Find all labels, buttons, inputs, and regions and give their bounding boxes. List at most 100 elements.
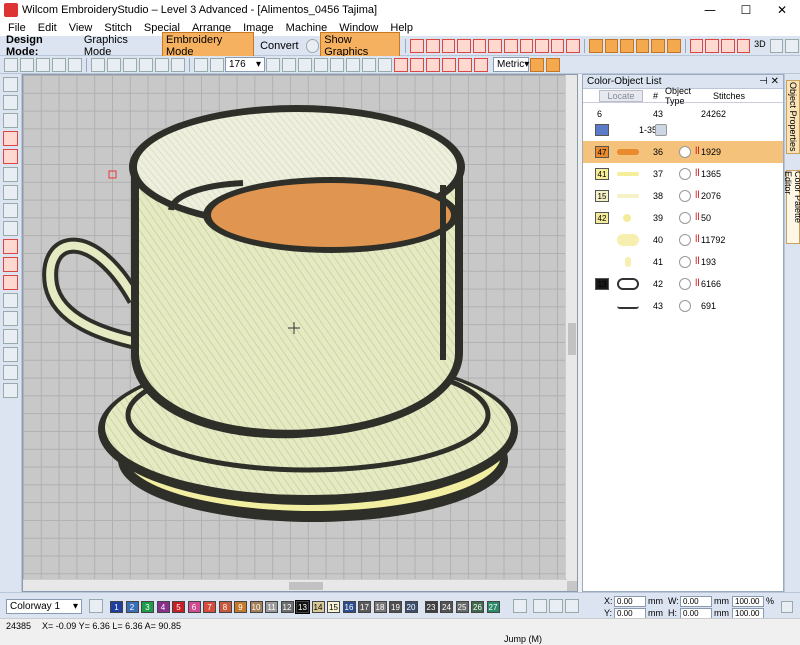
pin-close-icons[interactable]: ⊣ ✕ (759, 76, 779, 87)
thread-color-chip[interactable]: 19 (389, 601, 402, 613)
thread-color-chip[interactable]: 9 (234, 601, 247, 613)
thread-color-chip[interactable]: 24 (440, 601, 453, 613)
warning-icon[interactable] (635, 38, 650, 53)
wave-effect-icon[interactable] (689, 38, 704, 53)
color-tools-icon[interactable] (565, 599, 579, 613)
table-row[interactable]: 41 ꟾꟾ 193 (583, 251, 783, 273)
table-row[interactable]: 15 38 ꟾꟾ 2076 (583, 185, 783, 207)
reshape-icon[interactable] (3, 113, 18, 128)
vertical-scrollbar[interactable] (565, 75, 577, 581)
blanket-stitch-icon[interactable] (519, 38, 534, 53)
travel-icon[interactable] (474, 57, 488, 72)
new-icon[interactable] (4, 57, 18, 72)
horseshoe-icon[interactable] (3, 275, 18, 290)
tab-object-properties[interactable]: Object Properties (786, 80, 800, 154)
open-icon[interactable] (20, 57, 34, 72)
palette-scroll-icon[interactable] (513, 599, 527, 613)
needle-points-icon[interactable] (394, 57, 408, 72)
thread-color-chip[interactable]: 25 (455, 601, 469, 613)
motif-run-icon[interactable] (472, 38, 487, 53)
team-names-icon[interactable] (3, 329, 18, 344)
colorway-select[interactable]: Colorway 1 ▾ (6, 599, 82, 614)
delete-icon[interactable] (139, 57, 153, 72)
thread-color-chip[interactable]: 15 (327, 601, 340, 613)
undo-icon[interactable] (155, 57, 169, 72)
x-input[interactable]: 0.00 (614, 596, 646, 607)
add-color-icon[interactable] (533, 599, 547, 613)
settings-icon[interactable] (530, 57, 544, 72)
coffee-cup-embroidery[interactable] (23, 75, 567, 581)
zoom-percent-icon[interactable] (266, 57, 280, 72)
locate-button[interactable]: Locate (599, 89, 643, 102)
view-options-icon[interactable] (769, 38, 784, 53)
input-a-icon[interactable] (3, 131, 18, 146)
run-stitch-icon[interactable] (441, 38, 456, 53)
digitize-tool-icon[interactable] (604, 38, 619, 53)
pan-icon[interactable] (298, 57, 312, 72)
thread-color-chip[interactable]: 12 (280, 601, 294, 613)
group-row[interactable]: 1-35 (583, 119, 783, 141)
polygon-select-icon[interactable] (3, 95, 18, 110)
fill-stitch-icon[interactable] (535, 38, 549, 53)
stacked-icon[interactable] (3, 383, 18, 398)
save-icon[interactable] (36, 57, 50, 72)
measure-icon[interactable] (314, 57, 328, 72)
w-input[interactable]: 0.00 (680, 596, 712, 607)
texture-icon[interactable] (720, 38, 735, 53)
menu-file[interactable]: File (8, 22, 26, 34)
globe-icon[interactable] (305, 38, 320, 53)
badge-icon[interactable] (3, 347, 18, 362)
scale-x-input[interactable]: 100.00 (732, 596, 764, 607)
menu-edit[interactable]: Edit (38, 22, 57, 34)
convert-button[interactable]: Convert (256, 38, 303, 54)
thread-color-chip[interactable]: 17 (358, 601, 371, 613)
rectangle-tool-icon[interactable] (3, 185, 18, 200)
zoom-combo[interactable]: 176 ▾ (225, 57, 265, 72)
thread-color-chip[interactable]: 26 (471, 601, 484, 613)
options-icon[interactable] (546, 57, 560, 72)
thread-color-chip[interactable]: 27 (486, 601, 500, 613)
knife-icon[interactable] (3, 203, 18, 218)
thread-color-chip[interactable]: 11 (265, 601, 278, 613)
zoom-icon[interactable] (194, 57, 208, 72)
thread-color-chip[interactable]: 8 (218, 601, 232, 613)
stop-icon[interactable] (3, 257, 18, 272)
thread-color-chip[interactable]: 6 (187, 601, 201, 613)
shape-tool-icon[interactable] (589, 38, 603, 53)
close-button[interactable]: ✕ (764, 0, 800, 20)
thread-color-chip[interactable]: 13 (295, 600, 310, 614)
redo-icon[interactable] (171, 57, 185, 72)
show-stitches-icon[interactable] (346, 57, 360, 72)
minimize-button[interactable]: — (692, 0, 728, 20)
table-row[interactable]: 42 39 ꟾꟾ 50 (583, 207, 783, 229)
backstitch-icon[interactable] (488, 38, 503, 53)
cross-stitch-icon[interactable] (566, 38, 581, 53)
print-icon[interactable] (52, 57, 66, 72)
connectors-icon[interactable] (410, 57, 424, 72)
hoop-icon[interactable] (330, 57, 344, 72)
tab-color-palette-editor[interactable]: Color Palette Editor (783, 170, 800, 244)
input-b-icon[interactable] (3, 149, 18, 164)
copy-icon[interactable] (107, 57, 121, 72)
thread-color-chip[interactable]: 1 (110, 601, 123, 613)
stemstitch-icon[interactable] (504, 38, 518, 53)
monogram-icon[interactable] (3, 311, 18, 326)
show-outline-icon[interactable] (362, 57, 376, 72)
tatami-stitch-icon[interactable] (425, 38, 440, 53)
display-options-icon[interactable] (785, 38, 799, 53)
units-combo[interactable]: Metric ▾ (493, 57, 529, 72)
table-row[interactable]: 40 ꟾꟾ 11792 (583, 229, 783, 251)
view-3d-icon[interactable]: 3D (752, 39, 768, 53)
thread-color-chip[interactable]: 14 (311, 601, 325, 613)
layout-icon[interactable] (651, 38, 666, 53)
stitch-effect-icon[interactable] (667, 38, 681, 53)
select-arrow-icon[interactable] (3, 77, 18, 92)
cut-icon[interactable] (91, 57, 105, 72)
thread-color-chip[interactable]: 5 (172, 601, 185, 613)
lock-proportions-icon[interactable] (781, 601, 793, 613)
branching-icon[interactable] (3, 221, 18, 236)
appliqué-icon[interactable] (3, 239, 18, 254)
design-gallery-icon[interactable] (3, 365, 18, 380)
triple-run-icon[interactable] (457, 38, 471, 53)
paste-icon[interactable] (123, 57, 137, 72)
